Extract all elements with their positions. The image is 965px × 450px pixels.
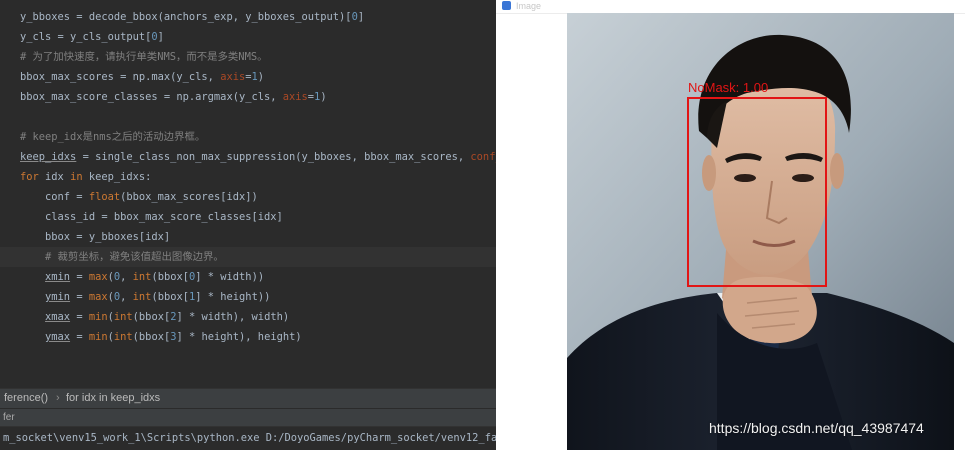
code-token: # 为了加快速度，请执行单类NMS，而不是多类NMS。 (20, 51, 268, 63)
code-token: min (88, 311, 108, 323)
code-line: bbox_max_scores = np.max(y_cls, axis=1) (20, 67, 264, 87)
code-token: for (20, 171, 39, 183)
code-token: int (113, 311, 133, 323)
code-token: xmin (45, 271, 71, 283)
code-token: bbox_max_score_classes = np.argmax(y_cls… (20, 91, 283, 103)
code-token: ymin (45, 291, 71, 303)
face-detection-box (687, 97, 827, 287)
code-token: ] * height)) (195, 291, 271, 303)
code-token: y_bboxes = decode_bbox(anchors_exp, y_bb… (20, 11, 352, 23)
image-preview-window: Image NoMask: 1.00 https://blog.csdn.net… (496, 0, 965, 450)
code-token: (bbox[ (132, 331, 171, 343)
code-token: (bbox[ (151, 271, 189, 283)
code-line: y_cls = y_cls_output[0] (20, 27, 164, 47)
run-tab[interactable]: fer (3, 409, 15, 427)
code-token: # 裁剪坐标，避免该值超出图像边界。 (20, 251, 224, 263)
run-tool-window-header: fer (0, 408, 496, 427)
code-token: conf = (20, 191, 89, 203)
breadcrumb: ference() › for idx in keep_idxs (0, 388, 496, 408)
code-line: y_bboxes = decode_bbox(anchors_exp, y_bb… (20, 7, 364, 27)
breadcrumb-item-loop[interactable]: for idx in keep_idxs (66, 389, 160, 408)
code-token: ) (320, 91, 327, 103)
code-token: max (88, 271, 108, 283)
code-token: = (70, 291, 89, 303)
code-token: , (120, 271, 133, 283)
code-token: = (70, 311, 89, 323)
code-token: = single_class_non_max_suppression(y_bbo… (76, 151, 471, 163)
code-token: ] (157, 31, 164, 43)
code-line: # 为了加快速度，请执行单类NMS，而不是多类NMS。 (20, 47, 267, 67)
code-line: # 裁剪坐标，避免该值超出图像边界。 (20, 247, 224, 267)
code-token: int (132, 291, 152, 303)
code-token: axis (220, 71, 246, 83)
code-token: ymax (45, 331, 71, 343)
run-console[interactable]: m_socket\venv15_work_1\Scripts\python.ex… (0, 426, 496, 450)
code-token: conf_th (470, 151, 496, 163)
code-token: ] * width), width) (176, 311, 290, 323)
code-token: = (70, 271, 89, 283)
code-token: y_cls = y_cls_output[ (20, 31, 152, 43)
code-token: min (88, 331, 108, 343)
code-token: , (120, 291, 133, 303)
window-title: Image (516, 1, 542, 11)
window-titlebar[interactable]: Image (496, 0, 965, 14)
code-token: bbox = y_bboxes[idx] (20, 231, 171, 243)
code-token: max (88, 291, 108, 303)
detection-label: NoMask: 1.00 (688, 80, 769, 95)
code-token: # keep_idx是nms之后的活动边界框。 (20, 131, 206, 143)
code-editor-window: y_bboxes = decode_bbox(anchors_exp, y_bb… (0, 0, 496, 450)
code-token: axis (282, 91, 308, 103)
code-token: in (70, 171, 83, 183)
code-line: ymax = min(int(bbox[3] * height), height… (20, 327, 302, 347)
image-canvas: NoMask: 1.00 (567, 13, 954, 450)
code-line: class_id = bbox_max_score_classes[idx] (20, 207, 283, 227)
code-token: int (132, 271, 152, 283)
code-line: # keep_idx是nms之后的活动边界框。 (20, 127, 205, 147)
code-token: xmax (45, 311, 71, 323)
code-token: ] (357, 11, 365, 23)
code-token: = (70, 331, 89, 343)
code-token: bbox_max_scores = np.max(y_cls, (20, 71, 221, 83)
code-token: class_id = bbox_max_score_classes[idx] (20, 211, 283, 223)
code-line: bbox = y_bboxes[idx] (20, 227, 170, 247)
code-line: bbox_max_score_classes = np.argmax(y_cls… (20, 87, 327, 107)
watermark-url: https://blog.csdn.net/qq_43987474 (709, 420, 924, 436)
code-line: conf = float(bbox_max_scores[idx]) (20, 187, 258, 207)
code-token: float (88, 191, 121, 203)
code-token: idx (38, 171, 71, 183)
code-token: ] * height), height) (176, 331, 302, 343)
code-token: (bbox[ (132, 311, 171, 323)
code-editor[interactable]: y_bboxes = decode_bbox(anchors_exp, y_bb… (0, 0, 496, 388)
code-token: int (113, 331, 133, 343)
code-token: ) (257, 71, 265, 83)
code-line: for idx in keep_idxs: (20, 167, 151, 187)
code-token: (bbox[ (151, 291, 189, 303)
console-output-line: m_socket\venv15_work_1\Scripts\python.ex… (3, 432, 496, 444)
code-token: keep_idxs (20, 151, 77, 163)
code-line: ymin = max(0, int(bbox[1] * height)) (20, 287, 270, 307)
code-line: keep_idxs = single_class_non_max_suppres… (20, 147, 496, 167)
app-icon (502, 1, 511, 10)
code-token: keep_idxs: (82, 171, 152, 183)
breadcrumb-item-function[interactable]: ference() (4, 389, 48, 408)
code-token: ] * width)) (195, 271, 265, 283)
code-line: xmin = max(0, int(bbox[0] * width)) (20, 267, 264, 287)
code-line: xmax = min(int(bbox[2] * width), width) (20, 307, 289, 327)
code-token: (bbox_max_scores[idx]) (120, 191, 258, 203)
breadcrumb-separator-icon: › (56, 392, 60, 404)
